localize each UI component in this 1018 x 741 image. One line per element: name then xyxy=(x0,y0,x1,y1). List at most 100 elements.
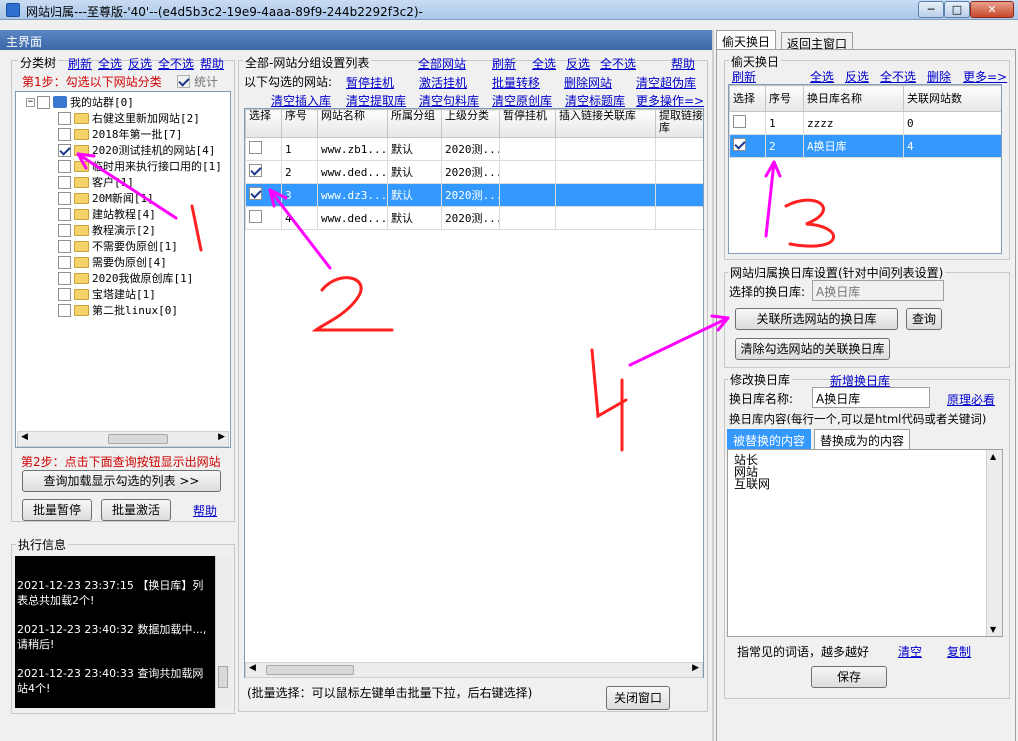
sites-column-header[interactable]: 选择 xyxy=(245,109,282,138)
tree-node-checkbox[interactable] xyxy=(58,143,71,157)
table-row[interactable]: 2 www.ded... 默认 2020测... xyxy=(245,160,703,184)
batch-activate-button[interactable]: 批量激活 xyxy=(101,499,171,521)
tree-help-link-2[interactable]: 帮助 xyxy=(193,502,217,519)
scroll-right-icon[interactable]: ▶ xyxy=(218,432,225,442)
tree-node-checkbox[interactable] xyxy=(58,159,71,173)
tree-root-checkbox[interactable] xyxy=(37,95,50,109)
swap-column-header[interactable]: 换日库名称 xyxy=(803,85,904,112)
clear-insert-lib-link[interactable]: 清空插入库 xyxy=(271,92,331,109)
tree-select-none-link[interactable]: 全不选 xyxy=(158,55,194,72)
swap-refresh-link[interactable]: 刷新 xyxy=(732,68,756,85)
tree-horizontal-scrollbar[interactable]: ◀ ▶ xyxy=(17,431,229,447)
clear-super-pseudo-link[interactable]: 清空超伪库 xyxy=(636,74,696,91)
tree-node[interactable]: 第二批linux[0] xyxy=(58,302,178,318)
tree-node[interactable]: 20M新闻[1] xyxy=(58,190,154,206)
row-checkbox[interactable] xyxy=(733,115,746,128)
all-sites-link[interactable]: 全部网站 xyxy=(418,55,466,72)
table-row[interactable]: 4 www.ded... 默认 2020测... xyxy=(245,206,703,230)
tree-node[interactable]: 宝塔建站[1] xyxy=(58,286,156,302)
clear-sentence-lib-link[interactable]: 清空句料库 xyxy=(419,92,479,109)
sites-refresh-link[interactable]: 刷新 xyxy=(492,55,516,72)
tree-node[interactable]: 教程演示[2] xyxy=(58,222,156,238)
tab-replace-with[interactable]: 替换成为的内容 xyxy=(814,429,911,449)
row-select-cell[interactable] xyxy=(245,183,282,207)
tree-node[interactable]: 不需要伪原创[1] xyxy=(58,238,178,254)
tree-invert-link[interactable]: 反选 xyxy=(128,55,152,72)
batch-pause-button[interactable]: 批量暂停 xyxy=(22,499,92,521)
sites-column-header[interactable]: 所属分组 xyxy=(387,109,442,138)
close-button[interactable]: ✕ xyxy=(970,1,1014,18)
tab-return-main[interactable]: 返回主窗口 xyxy=(781,32,854,51)
swap-column-header[interactable]: 选择 xyxy=(729,85,766,112)
clear-original-lib-link[interactable]: 清空原创库 xyxy=(492,92,552,109)
sites-horizontal-scrollbar[interactable]: ◀ ▶ xyxy=(245,662,703,678)
tree-node-checkbox[interactable] xyxy=(58,271,71,285)
tree-node[interactable]: 建站教程[4] xyxy=(58,206,156,222)
swap-grid[interactable]: 选择 序号 换日库名称 关联网站数 1 zzzz 0 2 A换日库 4 xyxy=(728,84,1002,254)
query-load-button[interactable]: 查询加载显示勾选的列表 >> xyxy=(22,470,221,492)
tree-root[interactable]: − 我的站群[0] xyxy=(26,94,134,110)
sites-column-header[interactable]: 暂停挂机 xyxy=(499,109,556,138)
main-tab-header[interactable]: 主界面 xyxy=(0,30,712,50)
scroll-up-icon[interactable]: ▲ xyxy=(990,452,996,461)
sites-scroll-thumb[interactable] xyxy=(266,665,354,675)
scroll-left-icon[interactable]: ◀ xyxy=(249,663,256,673)
lib-content-textarea[interactable]: 站长 网站 互联网 ▲ ▼ xyxy=(727,449,1003,637)
swap-more-link[interactable]: 更多=> xyxy=(963,68,1007,85)
tree-node-checkbox[interactable] xyxy=(58,111,71,125)
content-vertical-scrollbar[interactable]: ▲ ▼ xyxy=(986,450,1002,636)
tree-node-checkbox[interactable] xyxy=(58,255,71,269)
clear-linked-lib-button[interactable]: 清除勾选网站的关联换日库 xyxy=(735,338,890,360)
principle-link[interactable]: 原理必看 xyxy=(947,391,995,408)
row-checkbox[interactable] xyxy=(249,164,262,177)
swap-delete-link[interactable]: 删除 xyxy=(927,68,951,85)
table-row[interactable]: 3 www.dz3... 默认 2020测... xyxy=(245,183,703,207)
tree-node-checkbox[interactable] xyxy=(58,175,71,189)
batch-transfer-link[interactable]: 批量转移 xyxy=(492,74,540,91)
minimize-button[interactable]: ─ xyxy=(918,1,944,18)
row-checkbox[interactable] xyxy=(733,138,746,151)
swap-column-header[interactable]: 关联网站数 xyxy=(903,85,1001,112)
tree-node[interactable]: 2020测试挂机的网站[4] xyxy=(58,142,215,158)
sites-column-header[interactable]: 上级分类 xyxy=(441,109,500,138)
tree-node[interactable]: 临时用来执行接口用的[1] xyxy=(58,158,222,174)
assign-query-button[interactable]: 查询 xyxy=(906,308,942,330)
sites-select-none-link[interactable]: 全不选 xyxy=(600,55,636,72)
tree-node-checkbox[interactable] xyxy=(58,127,71,141)
swap-column-header[interactable]: 序号 xyxy=(765,85,804,112)
tree-node-checkbox[interactable] xyxy=(58,223,71,237)
sites-select-all-link[interactable]: 全选 xyxy=(532,55,556,72)
tree-select-all-link[interactable]: 全选 xyxy=(98,55,122,72)
stats-checkbox[interactable]: 统计 xyxy=(177,73,218,90)
sites-grid[interactable]: 选择 序号 网站名称 所属分组 上级分类 暂停挂机 插入链接关联库 提取链接库 1 www.zb… xyxy=(244,108,704,678)
more-operations-link[interactable]: 更多操作=> xyxy=(636,92,704,109)
tree-node[interactable]: 需要伪原创[4] xyxy=(58,254,167,270)
close-window-button[interactable]: 关闭窗口 xyxy=(606,686,670,710)
sites-column-header[interactable]: 序号 xyxy=(281,109,318,138)
tab-replaced-content[interactable]: 被替换的内容 xyxy=(727,429,812,449)
sites-invert-link[interactable]: 反选 xyxy=(566,55,590,72)
scroll-down-icon[interactable]: ▼ xyxy=(990,625,996,634)
tree-help-link[interactable]: 帮助 xyxy=(200,55,224,72)
sites-column-header[interactable]: 插入链接关联库 xyxy=(555,109,656,138)
scroll-left-icon[interactable]: ◀ xyxy=(21,432,28,442)
row-checkbox[interactable] xyxy=(249,187,262,200)
scroll-right-icon[interactable]: ▶ xyxy=(692,663,699,673)
category-tree[interactable]: − 我的站群[0] 右健这里新加网站[2] 2018年第一批[7] 2020测试挂机… xyxy=(15,91,231,448)
tree-node-checkbox[interactable] xyxy=(58,191,71,205)
tree-node-checkbox[interactable] xyxy=(58,287,71,301)
clear-content-link[interactable]: 清空 xyxy=(898,643,922,660)
link-selected-sites-button[interactable]: 关联所选网站的换日库 xyxy=(735,308,898,330)
log-vertical-scrollbar[interactable] xyxy=(215,556,231,708)
tree-scroll-thumb[interactable] xyxy=(108,434,168,444)
delete-sites-link[interactable]: 删除网站 xyxy=(564,74,612,91)
save-button[interactable]: 保存 xyxy=(811,666,887,688)
log-scroll-thumb[interactable] xyxy=(218,666,228,688)
sites-help-link[interactable]: 帮助 xyxy=(671,55,695,72)
row-checkbox[interactable] xyxy=(249,141,262,154)
clear-extract-lib-link[interactable]: 清空提取库 xyxy=(346,92,406,109)
activate-hang-link[interactable]: 激活挂机 xyxy=(419,74,467,91)
table-row[interactable]: 1 zzzz 0 xyxy=(729,111,1001,135)
tree-node-checkbox[interactable] xyxy=(58,303,71,317)
tab-swap[interactable]: 偷天换日 xyxy=(716,30,777,50)
